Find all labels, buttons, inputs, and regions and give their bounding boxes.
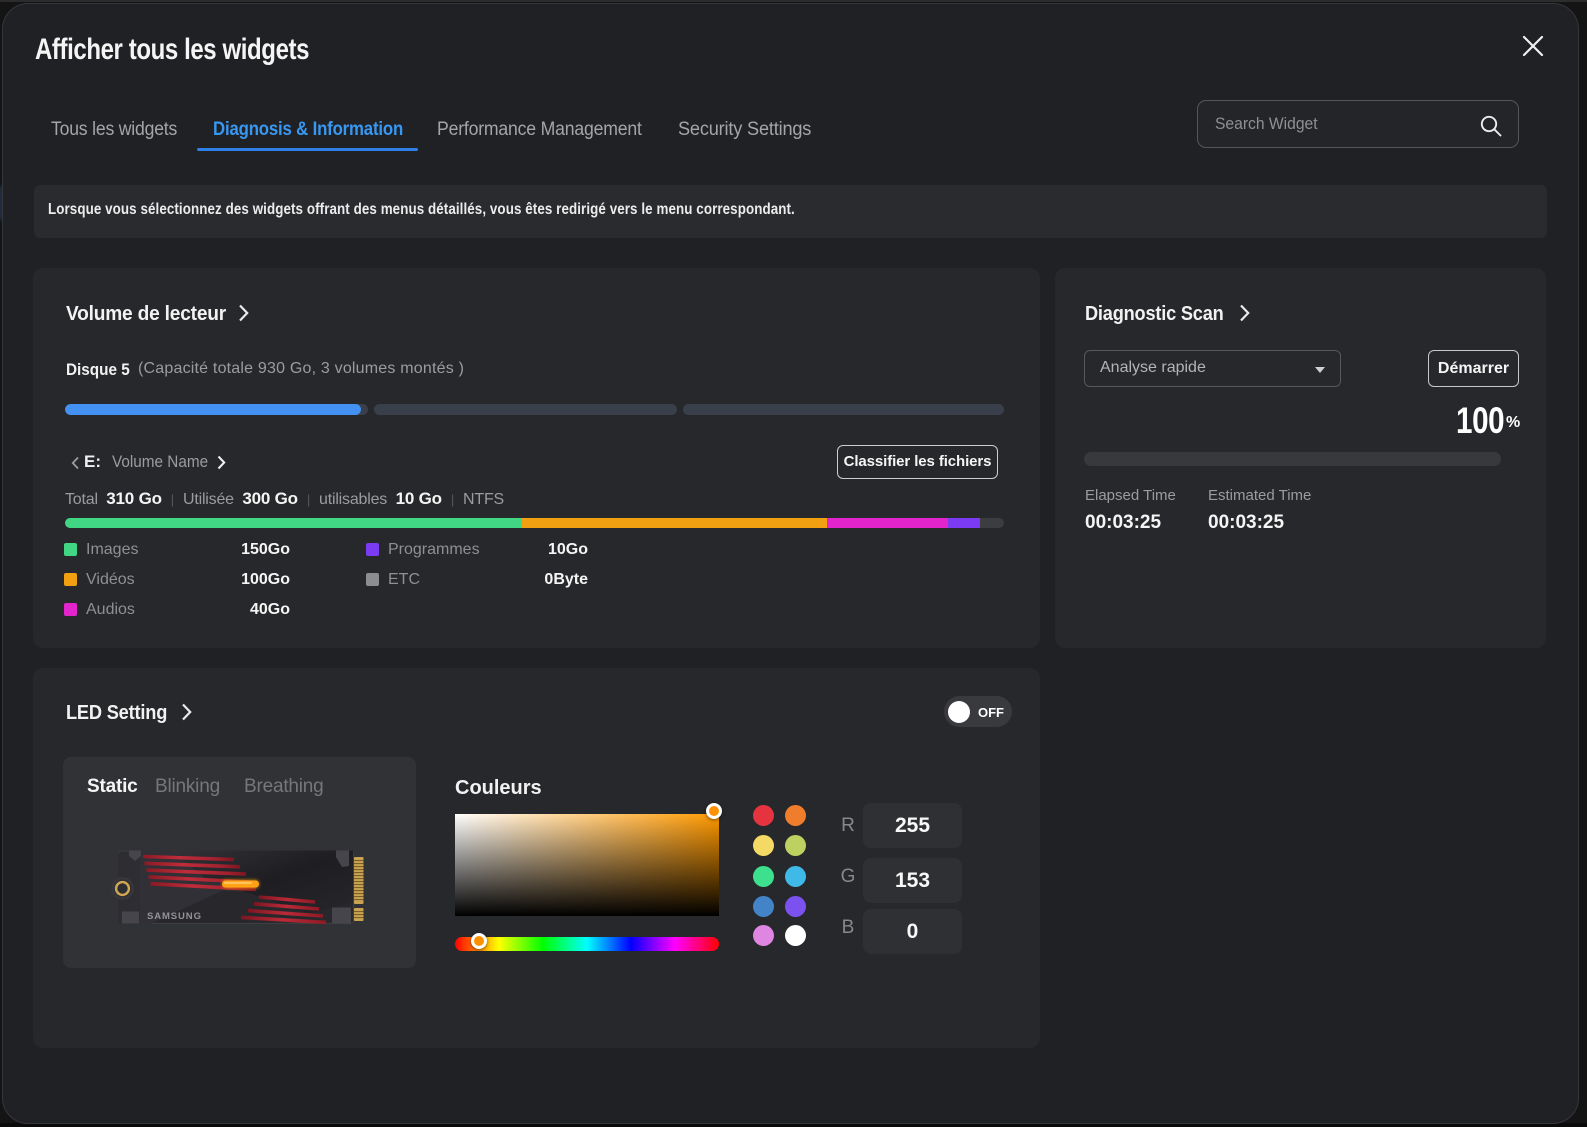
svg-text:SAMSUNG: SAMSUNG [147, 911, 202, 922]
